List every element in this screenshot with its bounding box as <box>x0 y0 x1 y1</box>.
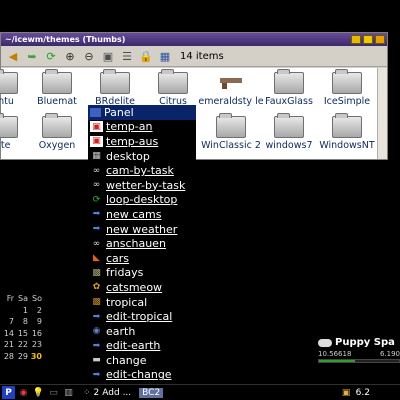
mixer-icon[interactable]: ▥ <box>62 386 75 399</box>
paw-icon: ✿ <box>92 282 101 293</box>
folder-icon <box>100 69 130 94</box>
binoculars-icon: ∞ <box>92 165 101 176</box>
menu-item-fridays[interactable]: ▩ fridays <box>88 266 196 281</box>
refresh-icon[interactable]: ⟳ <box>43 48 59 64</box>
menu-item-temp-an[interactable]: ▣ temp-an <box>88 120 196 135</box>
menu-item-desktop[interactable]: ▦ desktop <box>88 149 196 164</box>
menu-item-cam-by-task[interactable]: ∞ cam-by-task <box>88 163 196 178</box>
taskbar-active-task[interactable]: BC2 <box>139 387 164 398</box>
close-button[interactable] <box>375 35 385 44</box>
folder-icon <box>274 69 304 94</box>
tray-value: 6.2 <box>355 387 370 398</box>
menu-item-loop-desktop[interactable]: ⟳ loop-desktop <box>88 193 196 208</box>
binoculars-icon: ∞ <box>92 180 101 191</box>
folder-icon <box>216 113 246 138</box>
monitor-right-value: 6.190 <box>379 350 400 358</box>
arrow-right-icon: ➡ <box>92 224 101 235</box>
bulb-icon[interactable]: 💡 <box>32 386 45 399</box>
menu-item-temp-aus[interactable]: ▣ temp-aus <box>88 134 196 149</box>
folder-icon <box>0 69 18 94</box>
zoom-out-icon[interactable]: ⊖ <box>81 48 97 64</box>
red-image-icon: ▣ <box>90 135 103 147</box>
gun-icon <box>216 72 246 94</box>
menu-item-new-weather[interactable]: ➡ new weather <box>88 222 196 237</box>
title-bar[interactable]: ~/icewm/themes (Thumbs) <box>1 33 387 46</box>
calendar-week: 14 15 16 <box>3 328 42 338</box>
calendar-header: Fr Sa So <box>6 294 42 303</box>
monitor-title: Puppy Spa <box>335 337 395 348</box>
menu-item-change[interactable]: ▬ change <box>88 353 196 368</box>
system-tray: ▣ 6.2 <box>338 386 400 399</box>
folder-item[interactable]: IceSimple <box>307 69 387 107</box>
menu-item-anschauen[interactable]: ∞ anschauen <box>88 236 196 251</box>
monitor-bar <box>318 359 400 363</box>
taskbar-task[interactable]: ⁘ 2 Add ... <box>83 388 131 398</box>
folder-icon <box>42 113 72 138</box>
menu-item-new-cams[interactable]: ➡ new cams <box>88 207 196 222</box>
list-view-icon[interactable]: ☰ <box>119 48 135 64</box>
desktop-menu: Panel ▣ temp-an ▣ temp-aus ▦ desktop ∞ c… <box>88 105 196 384</box>
zoom-in-icon[interactable]: ⊕ <box>62 48 78 64</box>
arrow-right-icon: ➡ <box>92 369 101 380</box>
image-icon: ▩ <box>92 267 101 278</box>
vertical-scrollbar[interactable] <box>377 68 387 159</box>
grid-icon: ▦ <box>92 151 101 162</box>
forward-icon[interactable]: ➥ <box>24 48 40 64</box>
details-view-icon[interactable]: ▦ <box>157 48 173 64</box>
system-monitor: Puppy Spa 10.56618 6.190 <box>318 337 400 367</box>
menu-item-panel[interactable]: Panel <box>88 105 196 120</box>
car-icon: ◣ <box>93 253 100 264</box>
calendar-week: 1 2 <box>22 305 42 315</box>
monitor-left-value: 10.56618 <box>318 350 352 358</box>
folder-icon <box>332 69 362 94</box>
arrow-right-icon: ➡ <box>92 209 101 220</box>
maximize-button[interactable] <box>363 35 373 44</box>
folder-item[interactable]: Oxygen <box>17 113 97 151</box>
lock-icon[interactable]: 🔒 <box>138 48 154 64</box>
folder-icon <box>332 113 362 138</box>
menu-item-wetter-by-task[interactable]: ∞ wetter-by-task <box>88 178 196 193</box>
minimize-button[interactable] <box>351 35 361 44</box>
menu-item-edit-earth[interactable]: ➡ edit-earth <box>88 339 196 354</box>
folder-icon <box>274 113 304 138</box>
item-count: 14 items <box>180 50 224 62</box>
toolbar: ◀ ➥ ⟳ ⊕ ⊖ ▣ ☰ 🔒 ▦ 14 items <box>1 46 387 67</box>
folder-item[interactable]: WindowsNT <box>307 113 387 151</box>
calendar-widget: Fr Sa So 1 2 7 8 9 14 15 16 21 22 23 28 … <box>0 294 44 363</box>
arrow-right-icon: ➡ <box>92 311 101 322</box>
menu-item-cars[interactable]: ◣ cars <box>88 251 196 266</box>
menu-item-tropical[interactable]: ▩ tropical <box>88 295 196 310</box>
red-image-icon: ▣ <box>90 121 103 133</box>
binoculars-icon: ∞ <box>92 238 101 249</box>
window-icon: ▬ <box>92 355 101 366</box>
calendar-week: 7 8 9 <box>8 317 42 326</box>
dots-icon: ⁘ <box>83 387 91 398</box>
calendar-week: 21 22 23 <box>3 340 42 349</box>
menu-item-edit-change[interactable]: ➡ edit-change <box>88 368 196 383</box>
calendar-week: 28 29 30 <box>0 352 44 364</box>
tray-icon[interactable]: ▣ <box>340 386 353 399</box>
monitor-bar-fill <box>319 360 355 362</box>
thumbnail-view-icon[interactable]: ▣ <box>100 48 116 64</box>
cloud-icon <box>318 338 332 347</box>
back-icon[interactable]: ◀ <box>5 48 21 64</box>
menu-item-earth[interactable]: ◉ earth <box>88 324 196 339</box>
taskbar: P ◉ 💡 ▭ ▥ ⁘ 2 Add ... BC2 ▣ 6.2 <box>0 384 400 400</box>
image-icon: ▩ <box>92 297 101 308</box>
folder-icon <box>0 113 18 138</box>
earth-icon: ◉ <box>92 326 101 337</box>
menu-item-edit-tropical[interactable]: ➡ edit-tropical <box>88 309 196 324</box>
puppy-icon[interactable]: ◉ <box>17 386 30 399</box>
folder-icon <box>42 69 72 94</box>
calendar-today: 30 <box>30 351 42 361</box>
folder-icon <box>158 69 188 94</box>
menu-item-catsmeow[interactable]: ✿ catsmeow <box>88 280 196 295</box>
start-button[interactable]: P <box>2 386 15 399</box>
green-refresh-icon: ⟳ <box>92 194 101 205</box>
window-title: ~/icewm/themes (Thumbs) <box>5 35 126 44</box>
panel-icon <box>90 107 101 117</box>
terminal-icon[interactable]: ▭ <box>47 386 60 399</box>
arrow-right-icon: ➡ <box>92 340 101 351</box>
